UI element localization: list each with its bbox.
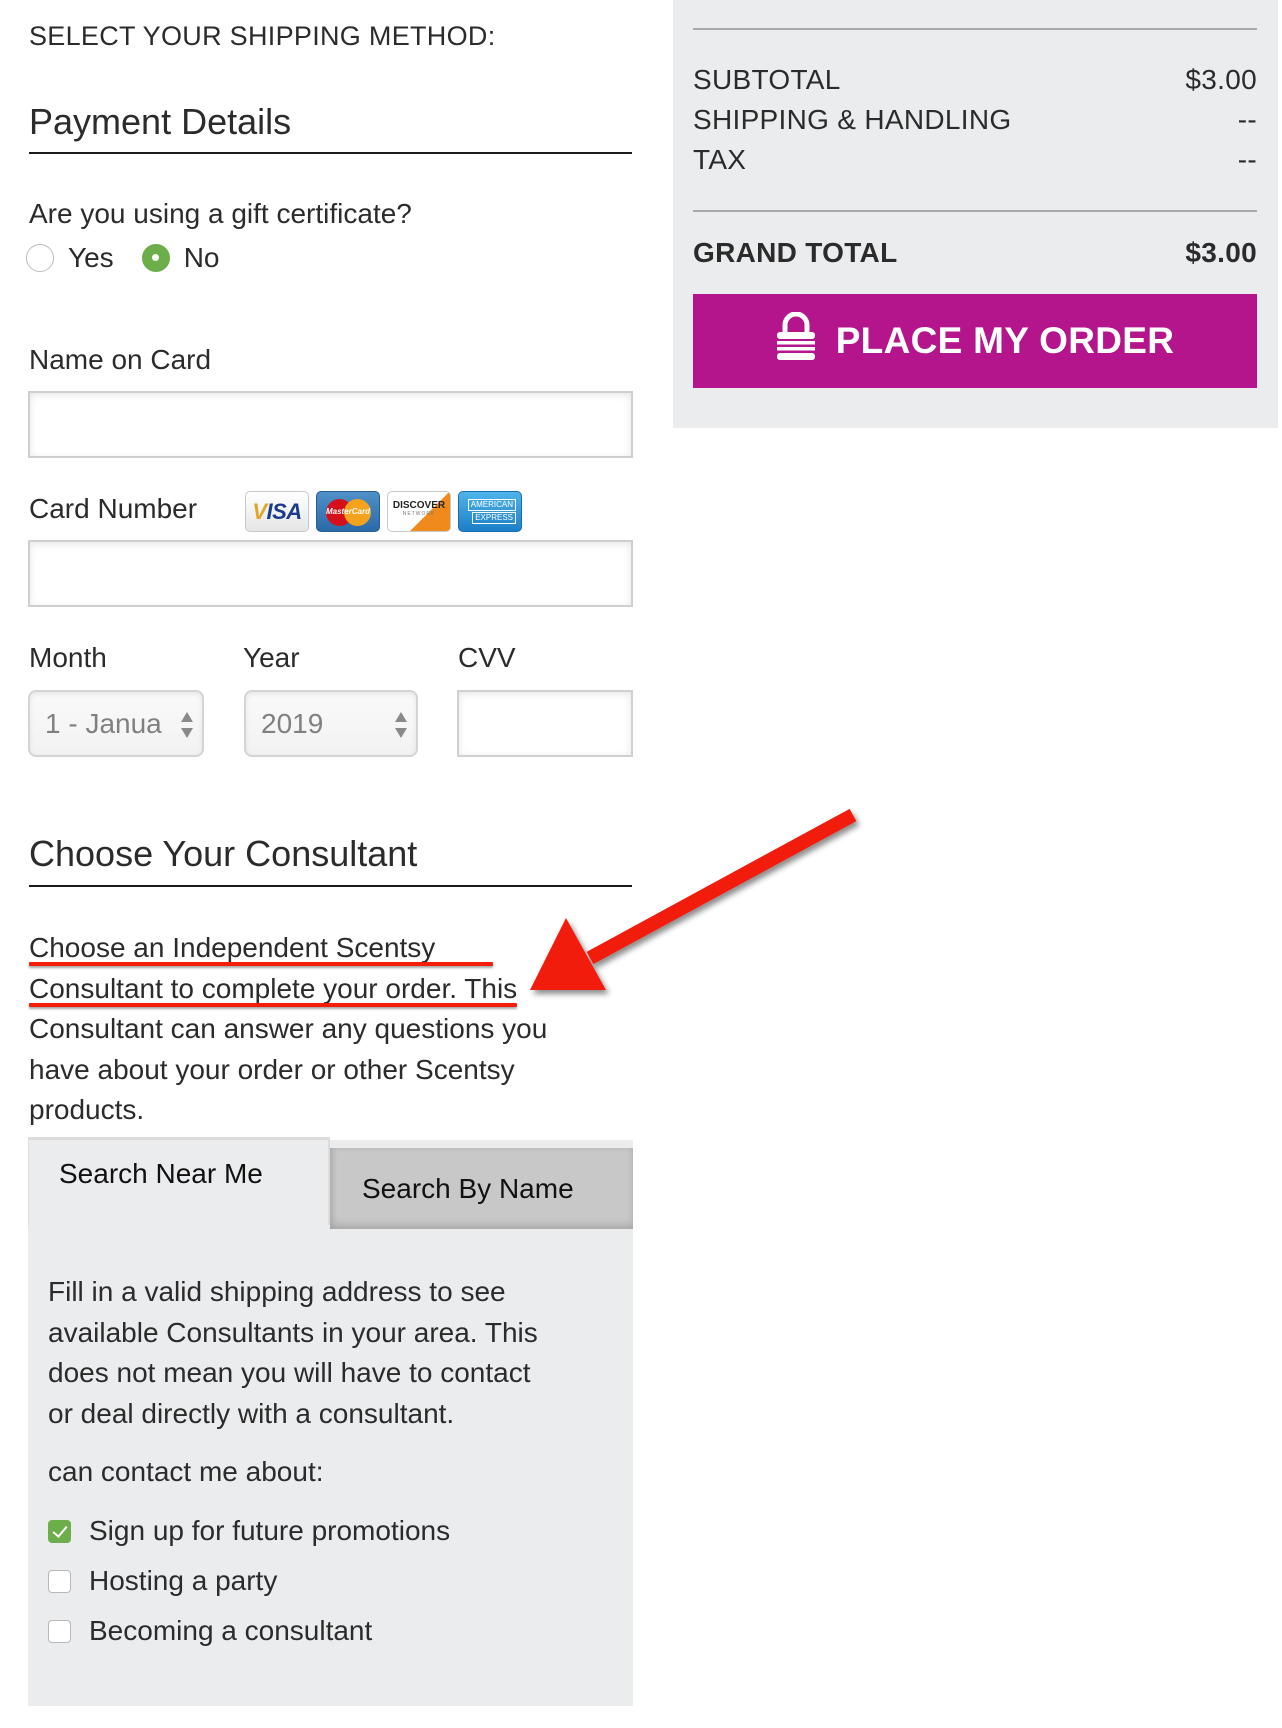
gift-no-radio[interactable] <box>141 244 170 272</box>
select-arrows-icon <box>394 712 408 738</box>
shipping-handling-row: SHIPPING & HANDLING -- <box>693 104 1257 136</box>
payment-details-divider <box>29 152 632 154</box>
lock-icon <box>776 312 815 360</box>
gift-certificate-question: Are you using a gift certificate? <box>29 198 412 229</box>
contact-preferences-label: can contact me about: <box>48 1456 324 1487</box>
month-select[interactable]: 1 - Janua <box>28 690 204 757</box>
mastercard-icon: MasterCard <box>316 491 380 532</box>
place-order-button[interactable]: PLACE MY ORDER <box>693 294 1257 388</box>
tax-label: TAX <box>693 144 747 175</box>
shipping-method-title: SELECT YOUR SHIPPING METHOD: <box>29 21 496 51</box>
discover-icon-subtext: NETWORK <box>402 511 436 517</box>
gift-no-label[interactable]: No <box>184 242 220 274</box>
consultant-description-line: have about your order or other Scentsy <box>29 1053 515 1085</box>
month-select-value: 1 - Janua <box>45 707 162 739</box>
grand-total-row: GRAND TOTAL $3.00 <box>693 237 1257 269</box>
choose-consultant-divider <box>29 885 632 887</box>
tax-row: TAX -- <box>693 144 1257 176</box>
instructions-line: available Consultants in your area. This <box>48 1316 538 1348</box>
gift-yes-radio[interactable] <box>26 244 54 272</box>
tab-search-near-me-label: Search Near Me <box>59 1157 263 1189</box>
amex-icon: AMERICAN EXPRESS <box>458 491 522 532</box>
hosting-party-option[interactable]: Hosting a party <box>48 1565 277 1597</box>
becoming-consultant-option[interactable]: Becoming a consultant <box>48 1615 372 1647</box>
year-select-value: 2019 <box>261 707 324 739</box>
grand-total-label: GRAND TOTAL <box>693 237 898 268</box>
grand-total-value: $3.00 <box>1185 237 1257 268</box>
place-order-label: PLACE MY ORDER <box>835 320 1175 361</box>
visa-icon-text: VISA <box>252 498 302 524</box>
cvv-input[interactable] <box>457 690 633 757</box>
promotions-checkbox[interactable] <box>48 1519 71 1543</box>
mastercard-icon-text: MasterCard <box>325 507 370 516</box>
amex-icon-subtext: EXPRESS <box>472 512 516 524</box>
consultant-description-line: products. <box>29 1094 145 1125</box>
payment-details-heading: Payment Details <box>29 101 292 142</box>
name-on-card-input[interactable] <box>28 391 633 458</box>
becoming-consultant-label[interactable]: Becoming a consultant <box>89 1615 372 1647</box>
subtotal-value: $3.00 <box>1185 64 1257 95</box>
promotions-label[interactable]: Sign up for future promotions <box>89 1515 450 1547</box>
instructions-line: or deal directly with a consultant. <box>48 1397 455 1429</box>
summary-divider-bottom <box>693 210 1257 212</box>
month-label: Month <box>29 642 107 673</box>
hosting-party-label[interactable]: Hosting a party <box>89 1565 277 1597</box>
name-on-card-label: Name on Card <box>29 344 212 375</box>
consultant-description: Choose an Independent Scentsy Consultant… <box>29 928 629 1131</box>
hosting-party-checkbox[interactable] <box>48 1569 71 1593</box>
discover-icon-text: DISCOVER <box>392 500 446 511</box>
gift-certificate-radio-group: Yes No <box>26 242 247 274</box>
instructions-line: does not mean you will have to contact <box>48 1357 531 1388</box>
tab-search-by-name-label: Search By Name <box>362 1172 574 1204</box>
tab-search-near-me[interactable]: Search Near Me <box>28 1137 330 1225</box>
summary-divider-top <box>693 28 1257 30</box>
year-select[interactable]: 2019 <box>244 690 418 757</box>
consultant-description-line: Consultant can answer any questions you <box>29 1013 548 1044</box>
visa-icon: VISA <box>245 491 309 532</box>
annotation-underline <box>29 962 493 966</box>
tax-value: -- <box>1237 144 1257 175</box>
shipping-handling-label: SHIPPING & HANDLING <box>693 104 1012 135</box>
select-arrows-icon <box>180 712 194 738</box>
search-near-me-instructions: Fill in a valid shipping address to see … <box>48 1272 628 1434</box>
tab-search-by-name[interactable]: Search By Name <box>330 1148 633 1229</box>
becoming-consultant-checkbox[interactable] <box>48 1619 71 1643</box>
shipping-handling-value: -- <box>1237 104 1257 135</box>
instructions-line: Fill in a valid shipping address to see <box>48 1276 506 1307</box>
amex-icon-text: AMERICAN <box>467 499 516 511</box>
card-number-input[interactable] <box>28 540 633 607</box>
accepted-cards: VISA MasterCard DISCOVER NETWORK AMERICAN… <box>245 491 522 532</box>
choose-consultant-heading: Choose Your Consultant <box>29 833 418 874</box>
gift-yes-label[interactable]: Yes <box>68 242 114 274</box>
promotions-option[interactable]: Sign up for future promotions <box>48 1515 450 1547</box>
subtotal-label: SUBTOTAL <box>693 64 841 95</box>
discover-icon: DISCOVER NETWORK <box>387 491 451 532</box>
card-number-label: Card Number <box>29 493 198 524</box>
year-label: Year <box>243 642 300 673</box>
annotation-underline <box>29 1003 517 1007</box>
subtotal-row: SUBTOTAL $3.00 <box>693 64 1257 96</box>
cvv-label: CVV <box>458 642 516 673</box>
